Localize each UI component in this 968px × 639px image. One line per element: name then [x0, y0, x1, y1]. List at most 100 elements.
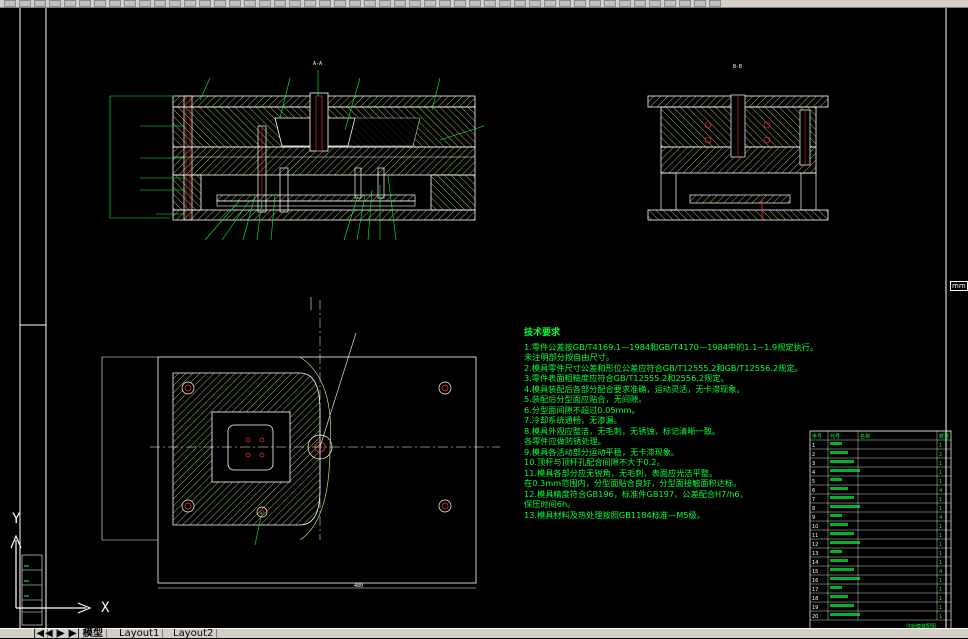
toolbar-button[interactable]: [394, 0, 406, 7]
toolbar-button[interactable]: [229, 0, 241, 7]
title-block-cell: 16: [812, 578, 818, 584]
toolbar-button[interactable]: [499, 0, 511, 7]
notes-lines: 1.零件公差按GB/T4169.1—1984和GB/T4170—1984中的1.…: [524, 341, 819, 521]
toolbar-button[interactable]: [334, 0, 346, 7]
title-block-cell: 1: [939, 524, 942, 530]
toolbar-button[interactable]: [304, 0, 316, 7]
title-block-name-glyphs: [830, 577, 860, 580]
title-block-cell: 1: [939, 542, 942, 548]
toolbar-button[interactable]: [349, 0, 361, 7]
title-block-name-glyphs: [830, 469, 860, 472]
note-line: 1.零件公差按GB/T4169.1—1984和GB/T4170—1984中的1.…: [524, 341, 819, 352]
title-block-name-glyphs: [830, 604, 854, 607]
title-block-name-glyphs: [830, 460, 854, 463]
title-block[interactable]: 序号 代号 名称 数量1 12 23 14 15 16 47 18 19 410 111 112 113 114…: [809, 430, 952, 630]
note-line: 5.装配后分型面应贴合，无间隙。: [524, 394, 647, 404]
note-line: 保压时间6h。: [524, 499, 576, 509]
svg-text:▬▬: ▬▬: [24, 593, 29, 598]
note-line: 各零件应做防锈处理。: [524, 436, 606, 446]
side-tab-label[interactable]: mm: [950, 281, 968, 291]
toolbar-button[interactable]: [94, 0, 106, 7]
toolbar-button[interactable]: [109, 0, 121, 7]
title-block-cell: 1: [939, 461, 942, 467]
guide-hole-tl: [181, 381, 195, 395]
title-block-cell: 2: [939, 452, 942, 458]
title-block-name-glyphs: [830, 613, 860, 616]
toolbar-button[interactable]: [424, 0, 436, 7]
toolbar-button[interactable]: [679, 0, 691, 7]
toolbar-button[interactable]: [19, 0, 31, 7]
title-block-header-cell: 名称: [860, 433, 870, 440]
toolbar-button[interactable]: [184, 0, 196, 7]
notes-title: 技术要求: [524, 328, 561, 338]
toolbar-button[interactable]: [604, 0, 616, 7]
toolbar-button[interactable]: [379, 0, 391, 7]
note-line: 12.模具精度符合GB196，标准件GB197，公差配合H7/h6，: [524, 488, 748, 499]
toolbar-button[interactable]: [259, 0, 271, 7]
toolbar-button[interactable]: [49, 0, 61, 7]
note-line: 2.模具零件尺寸公差和形位公差应符合GB/T12555.2和GB/T12556.…: [524, 362, 803, 373]
toolbar-button[interactable]: [364, 0, 376, 7]
toolbar-button[interactable]: [79, 0, 91, 7]
note-line: 8.模具外观应整洁，无毛刺，无锈蚀，标记清晰一致。: [524, 425, 721, 436]
toolbar-button[interactable]: [439, 0, 451, 7]
title-block-cell: 1: [939, 551, 942, 557]
title-block-cell: 1: [939, 614, 942, 620]
title-block-cell: 11: [812, 533, 818, 539]
toolbar-button[interactable]: [4, 0, 16, 7]
toolbar-button[interactable]: [694, 0, 706, 7]
toolbar-button[interactable]: [214, 0, 226, 7]
toolbar-button[interactable]: [649, 0, 661, 7]
title-block-name-glyphs: [830, 487, 848, 490]
section-label-a: A-A: [313, 61, 323, 67]
toolbar-button[interactable]: [559, 0, 571, 7]
toolbar-button[interactable]: [529, 0, 541, 7]
title-block-name-glyphs: [830, 541, 860, 544]
title-block-name-glyphs: [830, 586, 842, 589]
toolbar-button[interactable]: [514, 0, 526, 7]
title-block-name-glyphs: [830, 595, 848, 598]
toolbar-button[interactable]: [289, 0, 301, 7]
note-line: 11.模具各部分应无锐角，无毛刺，表面应光洁平整。: [524, 467, 718, 478]
note-line: 10.顶杆与顶杆孔配合间隙不大于0.2。: [524, 457, 665, 467]
toolbar-button[interactable]: [484, 0, 496, 7]
title-block-cell: 4: [939, 488, 942, 494]
toolbar: [0, 0, 968, 8]
toolbar-button[interactable]: [199, 0, 211, 7]
toolbar-button[interactable]: [709, 0, 721, 7]
guide-hole-br: [438, 499, 452, 513]
side-section-view[interactable]: [647, 94, 829, 221]
title-block-name-glyphs: [830, 496, 854, 499]
toolbar-button[interactable]: [34, 0, 46, 7]
toolbar-button[interactable]: [544, 0, 556, 7]
spacer-block-right: [430, 174, 476, 211]
title-block-name-glyphs: [830, 442, 842, 445]
toolbar-button[interactable]: [664, 0, 676, 7]
toolbar-button[interactable]: [589, 0, 601, 7]
sprue-bushing: [309, 92, 329, 152]
toolbar-button[interactable]: [409, 0, 421, 7]
toolbar-button[interactable]: [619, 0, 631, 7]
drawing-canvas[interactable]: ▬▬ ▬▬ ▬▬ 序号 代号 名称 数量1 12 23 14 15 16 47 …: [0, 8, 968, 630]
toolbar-button[interactable]: [574, 0, 586, 7]
toolbar-button[interactable]: [64, 0, 76, 7]
guide-hole-bl: [181, 499, 195, 513]
note-line: 6.分型面间隙不超过0.05mm。: [524, 404, 640, 415]
title-block-cell: 13: [812, 551, 818, 557]
title-block-cell: 1: [939, 506, 942, 512]
main-section-view[interactable]: [109, 70, 485, 241]
toolbar-button[interactable]: [274, 0, 286, 7]
toolbar-button[interactable]: [469, 0, 481, 7]
toolbar-button[interactable]: [454, 0, 466, 7]
plan-view[interactable]: [101, 297, 500, 589]
toolbar-button[interactable]: [124, 0, 136, 7]
toolbar-button[interactable]: [634, 0, 646, 7]
toolbar-button[interactable]: [139, 0, 151, 7]
toolbar-button[interactable]: [319, 0, 331, 7]
svg-text:▬▬: ▬▬: [24, 563, 29, 568]
section-label-b: B-B: [733, 64, 743, 70]
toolbar-button[interactable]: [169, 0, 181, 7]
title-block-cell: 4: [939, 569, 942, 575]
toolbar-button[interactable]: [154, 0, 166, 7]
toolbar-button[interactable]: [244, 0, 256, 7]
